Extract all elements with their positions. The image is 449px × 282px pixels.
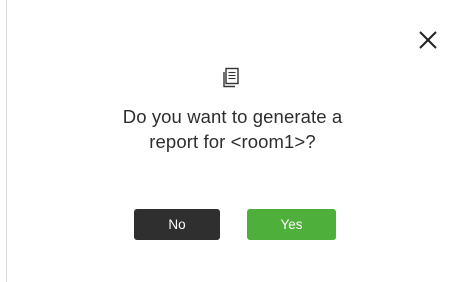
dialog-message-line-2: report for <room1>? bbox=[149, 131, 316, 152]
dialog-left-edge bbox=[6, 0, 7, 282]
no-button[interactable]: No bbox=[134, 209, 220, 240]
generate-report-dialog: Do you want to generate a report for <ro… bbox=[0, 0, 449, 282]
dialog-message: Do you want to generate a report for <ro… bbox=[60, 104, 405, 154]
yes-button[interactable]: Yes bbox=[247, 209, 336, 240]
close-icon bbox=[419, 31, 437, 49]
close-button[interactable] bbox=[414, 26, 442, 54]
document-icon bbox=[221, 67, 241, 89]
dialog-message-line-1: Do you want to generate a bbox=[122, 106, 343, 127]
